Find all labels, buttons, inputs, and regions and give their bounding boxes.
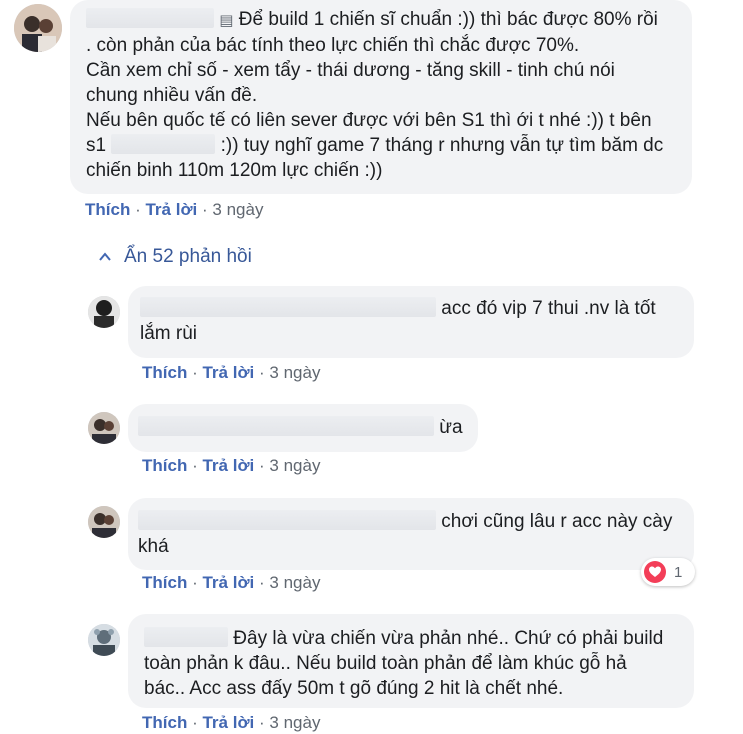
redacted-name[interactable] <box>111 134 216 154</box>
hide-replies-toggle[interactable]: Ẩn 52 phản hồi <box>98 246 252 268</box>
timestamp[interactable]: 3 ngày <box>212 200 263 219</box>
avatar[interactable] <box>88 296 120 328</box>
reply-button[interactable]: Trả lời <box>202 713 254 732</box>
redacted-name[interactable] <box>140 297 436 317</box>
reply-text: acc đó vip 7 thui .nv là tốt lắm rùi <box>140 297 656 344</box>
like-button[interactable]: Thích <box>142 456 187 475</box>
comment-actions: Thích · Trả lời · 3 ngày <box>85 200 264 219</box>
reaction-badge[interactable]: 1 <box>641 558 695 586</box>
reply-actions: Thích · Trả lời · 3 ngày <box>142 713 321 732</box>
like-button[interactable]: Thích <box>142 363 187 382</box>
avatar[interactable] <box>88 506 120 538</box>
like-button[interactable]: Thích <box>142 713 187 732</box>
reply-text: chơi cũng lâu r acc này cày khá <box>138 510 673 557</box>
reply-bubble: chơi cũng lâu r acc này cày khá <box>128 498 694 570</box>
reaction-count: 1 <box>674 563 683 581</box>
chevron-up-icon <box>99 252 111 261</box>
reply-bubble: Đây là vừa chiến vừa phản nhé.. Chứ có p… <box>128 614 694 708</box>
reply-bubble: acc đó vip 7 thui .nv là tốt lắm rùi <box>128 286 694 358</box>
timestamp[interactable]: 3 ngày <box>269 713 320 732</box>
avatar[interactable] <box>88 412 120 444</box>
comment-text: ▤ Để build 1 chiến sĩ chuẩn :)) thì bác … <box>86 8 664 181</box>
avatar[interactable] <box>88 624 120 656</box>
reply-text: Đây là vừa chiến vừa phản nhé.. Chứ có p… <box>144 627 664 699</box>
redacted-name[interactable] <box>138 416 434 436</box>
comment-bubble: ▤ Để build 1 chiến sĩ chuẩn :)) thì bác … <box>70 0 692 194</box>
heart-icon <box>644 561 666 583</box>
redacted-name[interactable] <box>86 8 214 28</box>
reply-button[interactable]: Trả lời <box>202 573 254 592</box>
redacted-name[interactable] <box>144 627 228 647</box>
timestamp[interactable]: 3 ngày <box>269 573 320 592</box>
like-button[interactable]: Thích <box>142 573 187 592</box>
redacted-name[interactable] <box>138 510 436 530</box>
reply-actions: Thích · Trả lời · 3 ngày <box>142 573 321 592</box>
timestamp[interactable]: 3 ngày <box>269 456 320 475</box>
avatar[interactable] <box>14 4 62 52</box>
like-button[interactable]: Thích <box>85 200 130 219</box>
reply-actions: Thích · Trả lời · 3 ngày <box>142 456 321 475</box>
reply-bubble: ừa <box>128 404 478 452</box>
reply-button[interactable]: Trả lời <box>145 200 197 219</box>
speech-balloon-icon: ▤ <box>219 12 234 29</box>
reply-button[interactable]: Trả lời <box>202 363 254 382</box>
reply-text: ừa <box>138 415 478 440</box>
timestamp[interactable]: 3 ngày <box>269 363 320 382</box>
reply-button[interactable]: Trả lời <box>202 456 254 475</box>
reply-actions: Thích · Trả lời · 3 ngày <box>142 363 321 382</box>
